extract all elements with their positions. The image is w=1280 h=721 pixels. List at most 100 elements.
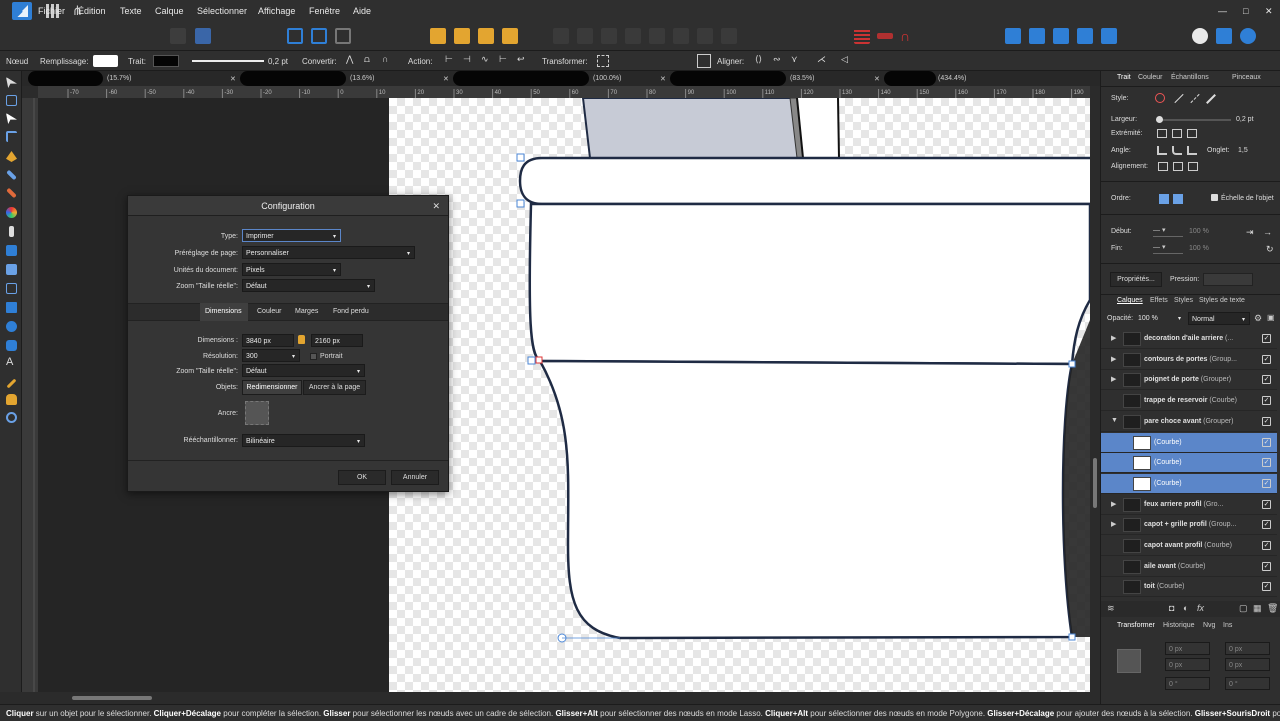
node-tool-icon[interactable]: [6, 113, 17, 124]
transform-box-icon[interactable]: [597, 55, 609, 67]
grid-icon[interactable]: [854, 28, 870, 44]
tab-zoom-5[interactable]: (434.4%): [938, 71, 966, 86]
align-mid-icon[interactable]: [649, 28, 665, 44]
eyedropper-tool-icon[interactable]: [6, 378, 17, 389]
join-round-icon[interactable]: [1172, 146, 1182, 155]
start-arrow-select[interactable]: — ▾: [1153, 226, 1183, 237]
tab-calques[interactable]: Calques: [1117, 297, 1143, 304]
align-nodes-5-icon[interactable]: ◁: [841, 54, 848, 65]
tab-echantillons[interactable]: Échantillons: [1171, 74, 1209, 81]
layer-row[interactable]: (Courbe) ✓: [1101, 453, 1277, 474]
layer-row[interactable]: ▶ contours de portes (Group... ✓: [1101, 350, 1277, 370]
flip-v-icon[interactable]: [697, 28, 713, 44]
visibility-checkbox[interactable]: ✓: [1262, 396, 1271, 406]
text-tool-icon[interactable]: A: [6, 357, 17, 368]
layer-row[interactable]: trappe de reservoir (Courbe) ✓: [1101, 391, 1277, 412]
menu-aide[interactable]: Aide: [353, 6, 371, 16]
expand-icon[interactable]: ▶: [1111, 500, 1116, 508]
tab-effets[interactable]: Effets: [1150, 297, 1168, 304]
scroll-thumb[interactable]: [72, 696, 152, 700]
arrange-back-icon[interactable]: [502, 28, 518, 44]
layer-row[interactable]: ▶ capot + grille profil (Group... ✓: [1101, 515, 1277, 536]
visibility-checkbox[interactable]: ✓: [1262, 582, 1271, 592]
menu-texte[interactable]: Texte: [120, 6, 142, 16]
adjust-icon[interactable]: ◐: [1183, 603, 1188, 613]
cap-square-icon[interactable]: [1187, 129, 1197, 138]
tab-dimensions[interactable]: Dimensions: [205, 308, 242, 315]
new-layer-icon[interactable]: ▢: [1239, 603, 1248, 614]
tab-close-icon[interactable]: ✕: [874, 71, 880, 86]
transform-w-field[interactable]: 0 px: [1165, 658, 1210, 671]
snapping-icon[interactable]: [170, 28, 186, 44]
texture-stroke-icon[interactable]: [1206, 94, 1216, 104]
tab-couleur[interactable]: Couleur: [1138, 74, 1163, 81]
boolean-divide-icon[interactable]: [1101, 28, 1117, 44]
align-nodes-2-icon[interactable]: ∾: [773, 54, 781, 65]
boolean-intersect-icon[interactable]: [1053, 28, 1069, 44]
tab-transformer[interactable]: Transformer: [1117, 622, 1155, 629]
tab-ins[interactable]: Ins: [1223, 622, 1232, 629]
zoom-tool-icon[interactable]: [6, 412, 17, 423]
tab-close-icon[interactable]: ✕: [443, 71, 449, 86]
tab-close-icon[interactable]: ✕: [660, 71, 666, 86]
snap-node-icon[interactable]: [697, 54, 711, 68]
fx-icon[interactable]: fx: [1197, 603, 1204, 613]
layer-row[interactable]: toit (Courbe) ✓: [1101, 577, 1277, 598]
ellipse-tool-icon[interactable]: [6, 321, 17, 332]
boolean-xor-icon[interactable]: [1077, 28, 1093, 44]
anchor-grid-icon[interactable]: [1117, 649, 1141, 673]
document-canvas[interactable]: [389, 97, 1092, 692]
break-curve-icon[interactable]: ⊢: [445, 54, 453, 65]
view-mode-3-icon[interactable]: [335, 28, 351, 44]
menu-selectionner[interactable]: Sélectionner: [197, 6, 247, 16]
artboard-tool-icon[interactable]: [6, 95, 17, 106]
visibility-checkbox[interactable]: ✓: [1262, 458, 1271, 468]
dashed-stroke-icon[interactable]: [1190, 93, 1200, 104]
tab-trait[interactable]: Trait: [1117, 74, 1131, 81]
tab-zoom-1[interactable]: (15.7%): [107, 71, 132, 86]
expand-icon[interactable]: ▼: [1111, 417, 1118, 424]
align-nodes-4-icon[interactable]: ⋌: [817, 54, 826, 65]
layer-row[interactable]: aile avant (Courbe) ✓: [1101, 557, 1277, 577]
order-front-icon[interactable]: [1159, 194, 1169, 204]
width-field[interactable]: 3840 px: [242, 334, 294, 347]
expand-icon[interactable]: ▶: [1111, 334, 1116, 342]
stroke-width-slider[interactable]: [192, 60, 264, 62]
close-window-button[interactable]: ✕: [1265, 6, 1273, 17]
studio-icon[interactable]: [1216, 28, 1232, 44]
miter-value[interactable]: 1,5: [1238, 147, 1248, 154]
portrait-checkbox[interactable]: [310, 353, 317, 360]
color-wheel-icon[interactable]: [1240, 28, 1256, 44]
type-select[interactable]: Imprimer ▾: [242, 229, 341, 242]
transform-x-field[interactable]: 0 px: [1165, 642, 1210, 655]
no-stroke-icon[interactable]: [1155, 93, 1165, 103]
align-top-icon[interactable]: [625, 28, 641, 44]
convert-smart-icon[interactable]: ∩: [382, 54, 396, 68]
magnet-icon[interactable]: ∩: [900, 28, 916, 44]
start-pct[interactable]: 100 %: [1189, 228, 1209, 235]
zoom-select[interactable]: Défaut ▾: [242, 279, 375, 292]
opacity-field[interactable]: 100 % ▾: [1135, 312, 1185, 325]
transform-y-field[interactable]: 0 px: [1225, 642, 1270, 655]
transform-shear-field[interactable]: 0 °: [1225, 677, 1270, 690]
transform-rotate-field[interactable]: 0 °: [1165, 677, 1210, 690]
crop-tool-icon[interactable]: [6, 283, 17, 294]
vector-drawing[interactable]: [389, 97, 1092, 692]
end-pct[interactable]: 100 %: [1189, 245, 1209, 252]
stroke-swatch[interactable]: [153, 55, 179, 67]
image-tool-icon[interactable]: [6, 264, 17, 275]
cap-butt-icon[interactable]: [1157, 129, 1167, 138]
delete-layer-icon[interactable]: 🗑: [1267, 603, 1278, 614]
menu-fenetre[interactable]: Fenêtre: [309, 6, 340, 16]
join-miter-icon[interactable]: [1157, 146, 1167, 155]
visibility-checkbox[interactable]: ✓: [1262, 334, 1271, 343]
tab-pinceaux[interactable]: Pinceaux: [1232, 74, 1261, 81]
tab-zoom-3[interactable]: (100.0%): [593, 71, 621, 86]
reset-arrows-icon[interactable]: ↻: [1266, 244, 1274, 255]
flip-h-icon[interactable]: [673, 28, 689, 44]
tab-zoom-4[interactable]: (83.5%): [790, 71, 815, 86]
visibility-checkbox[interactable]: ✓: [1262, 541, 1271, 550]
visibility-checkbox[interactable]: ✓: [1262, 520, 1271, 530]
layer-row[interactable]: (Courbe) ✓: [1101, 473, 1277, 494]
layer-row[interactable]: ▶ feux arriere profil (Gro... ✓: [1101, 495, 1277, 515]
